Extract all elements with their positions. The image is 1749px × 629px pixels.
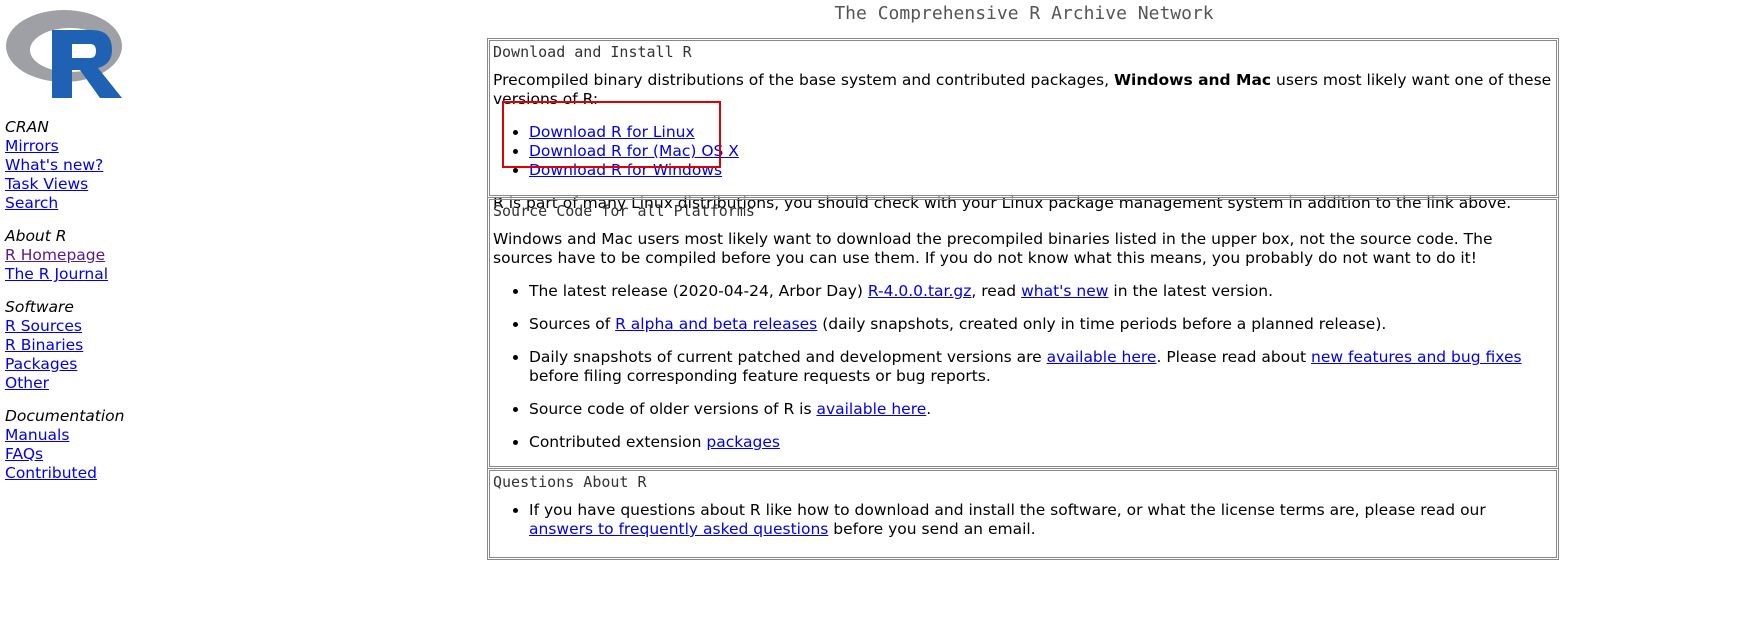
- sidebar-link-task-views[interactable]: Task Views: [5, 175, 205, 194]
- whats-new-link[interactable]: what's new: [1021, 282, 1108, 300]
- packages-link[interactable]: packages: [706, 433, 780, 451]
- box-heading: Source Code for all Platforms: [493, 202, 755, 220]
- item-text: (daily snapshots, created only in time p…: [817, 315, 1387, 333]
- sidebar-link-manuals[interactable]: Manuals: [5, 426, 205, 445]
- sidebar-link-contributed[interactable]: Contributed: [5, 464, 205, 483]
- sidebar-link-whats-new[interactable]: What's new?: [5, 156, 205, 175]
- item-text: , read: [971, 282, 1022, 300]
- item-text: If you have questions about R like how t…: [529, 501, 1486, 519]
- new-features-link[interactable]: new features and bug fixes: [1311, 348, 1522, 366]
- sidebar-link-other[interactable]: Other: [5, 374, 205, 393]
- source-box: Source Code for all Platforms Windows an…: [487, 197, 1559, 469]
- highlight-box: [502, 101, 721, 168]
- intro-text: Precompiled binary distributions of the …: [493, 71, 1114, 89]
- item-text: before filing corresponding feature requ…: [529, 367, 991, 385]
- item-text: The latest release (2020-04-24, Arbor Da…: [529, 282, 868, 300]
- list-item: Contributed extension packages: [529, 433, 1553, 452]
- item-text: in the latest version.: [1108, 282, 1274, 300]
- snapshots-link[interactable]: available here: [1047, 348, 1157, 366]
- sidebar-group-cran: CRAN Mirrors What's new? Task Views Sear…: [5, 118, 205, 213]
- list-item: The latest release (2020-04-24, Arbor Da…: [529, 282, 1553, 301]
- page-title: The Comprehensive R Archive Network: [834, 3, 1214, 24]
- sidebar-heading: About R: [5, 227, 67, 245]
- sidebar: CRAN Mirrors What's new? Task Views Sear…: [5, 118, 205, 497]
- sidebar-heading: Documentation: [5, 407, 125, 425]
- sidebar-group-documentation: Documentation Manuals FAQs Contributed: [5, 407, 205, 483]
- sidebar-link-r-homepage[interactable]: R Homepage: [5, 246, 205, 265]
- sidebar-link-r-journal[interactable]: The R Journal: [5, 265, 205, 284]
- box-heading: Download and Install R: [493, 43, 692, 61]
- item-text: . Please read about: [1156, 348, 1312, 366]
- item-text: Contributed extension: [529, 433, 707, 451]
- sidebar-link-packages[interactable]: Packages: [5, 355, 205, 374]
- alpha-beta-link[interactable]: R alpha and beta releases: [615, 315, 817, 333]
- sidebar-link-r-binaries[interactable]: R Binaries: [5, 336, 205, 355]
- list-item: If you have questions about R like how t…: [529, 501, 1553, 539]
- source-intro: Windows and Mac users most likely want t…: [493, 230, 1493, 267]
- intro-bold: Windows and Mac: [1113, 71, 1272, 89]
- list-item: Daily snapshots of current patched and d…: [529, 348, 1553, 386]
- box-heading: Questions About R: [493, 473, 647, 491]
- item-text: .: [926, 400, 932, 418]
- sidebar-group-software: Software R Sources R Binaries Packages O…: [5, 298, 205, 393]
- sidebar-heading: Software: [5, 298, 74, 316]
- item-text: Daily snapshots of current patched and d…: [529, 348, 1047, 366]
- item-text: before you send an email.: [828, 520, 1036, 538]
- source-list: The latest release (2020-04-24, Arbor Da…: [493, 282, 1553, 452]
- list-item: Sources of R alpha and beta releases (da…: [529, 315, 1553, 334]
- latest-release-link[interactable]: R-4.0.0.tar.gz: [868, 282, 972, 300]
- questions-box: Questions About R If you have questions …: [487, 468, 1559, 560]
- item-text: Sources of: [529, 315, 616, 333]
- sidebar-link-mirrors[interactable]: Mirrors: [5, 137, 205, 156]
- sidebar-link-faqs[interactable]: FAQs: [5, 445, 205, 464]
- sidebar-heading: CRAN: [5, 118, 49, 136]
- questions-list: If you have questions about R like how t…: [493, 501, 1553, 539]
- faq-answers-link[interactable]: answers to frequently asked questions: [529, 520, 828, 538]
- sidebar-link-search[interactable]: Search: [5, 194, 205, 213]
- list-item: Source code of older versions of R is av…: [529, 400, 1553, 419]
- sidebar-group-about: About R R Homepage The R Journal: [5, 227, 205, 284]
- r-logo-icon[interactable]: [4, 4, 126, 100]
- sidebar-link-r-sources[interactable]: R Sources: [5, 317, 205, 336]
- older-versions-link[interactable]: available here: [816, 400, 926, 418]
- item-text: Source code of older versions of R is: [529, 400, 817, 418]
